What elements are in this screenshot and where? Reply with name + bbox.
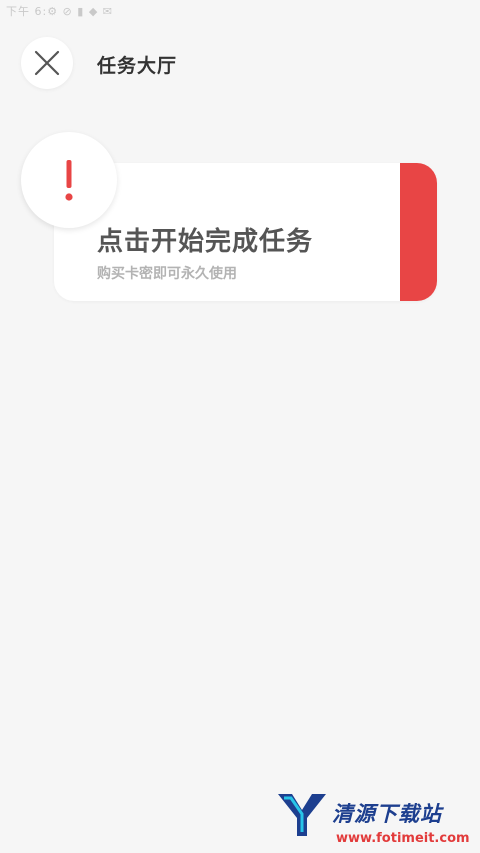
close-icon [34,50,60,76]
header: 任务大厅 [0,30,480,96]
y-logo-icon [278,794,326,836]
exclamation-icon [65,160,73,201]
status-bar: 下午 6:⚙ ⊘ ▮ ◆ ✉ [0,0,480,22]
watermark-url: www.fotimeit.com [336,831,470,846]
watermark-title: 清源下载站 [332,802,442,826]
page-title: 任务大厅 [97,55,178,77]
status-bar-text: 下午 6:⚙ ⊘ ▮ ◆ ✉ [6,5,113,18]
card-title: 点击开始完成任务 [97,227,314,257]
close-button[interactable] [21,37,73,89]
watermark: 清源下载站 www.fotimeit.com [276,790,470,848]
card-subtitle: 购买卡密即可永久使用 [97,266,237,282]
card-accent-stripe [400,163,437,301]
alert-badge [21,132,117,228]
